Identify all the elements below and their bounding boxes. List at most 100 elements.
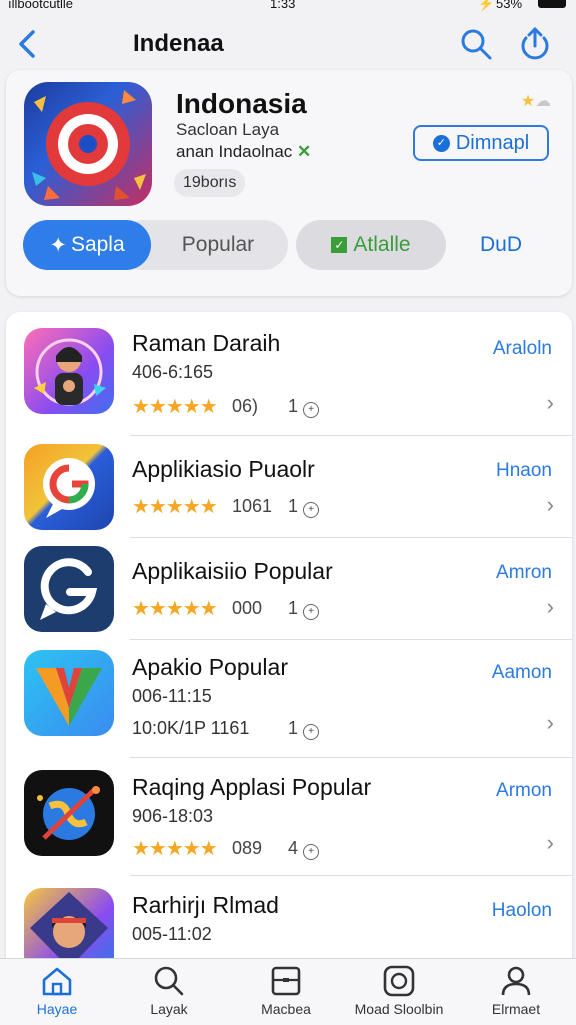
navigation-bar: Indenaa (0, 14, 576, 76)
list-item[interactable]: Applikaisiio Popular ★★★★★ 000 1 + Amron… (6, 538, 572, 640)
battery-text: 53% (496, 0, 523, 11)
app-name: Applikiasio Puaolr (132, 456, 315, 482)
battery-icon (538, 0, 566, 8)
download-count-value: 1 (288, 396, 299, 416)
app-name: Raman Daraih (132, 330, 281, 356)
developer-text: anan Indaolnac (176, 142, 293, 161)
app-meta: 006-11:15 (132, 686, 212, 706)
get-button-label: Dimnapl (455, 131, 530, 154)
tab-label: Layak (150, 1001, 188, 1017)
globe-icon (24, 770, 114, 856)
app-action-link[interactable]: Araloln (493, 338, 552, 360)
segment-sapla[interactable]: ✦ Sapla (23, 220, 151, 270)
segment-dud[interactable]: DuD (461, 220, 541, 270)
download-count: 1 + (288, 718, 320, 740)
featured-app-get-button[interactable]: ✓ Dimnapl (413, 125, 549, 161)
share-icon[interactable] (516, 24, 554, 64)
app-name: Apakio Popular (132, 654, 288, 680)
carrier-text: ıllbootcutlle (8, 0, 74, 11)
chevron-right-icon[interactable]: › (547, 492, 554, 518)
tab-hayae[interactable]: Hayae (2, 965, 112, 1017)
segment-popular-label: Popular (181, 233, 255, 256)
rating-count: 000 (232, 598, 263, 618)
featured-app-badge: 19borıs (174, 169, 246, 197)
tab-label: Macbea (261, 1001, 311, 1017)
download-count-value: 1 (288, 598, 299, 618)
app-meta: 406-6:165 (132, 362, 214, 382)
list-item[interactable]: Raqing Applasi Popular 906-18:03 ★★★★★ 0… (6, 758, 572, 876)
check-square-icon: ✓ (331, 237, 348, 253)
rating-count: 06) (232, 396, 259, 416)
tab-layak[interactable]: Layak (114, 965, 224, 1017)
segment-sapla-label: Sapla (70, 233, 125, 256)
app-action-link[interactable]: Aamon (492, 662, 552, 684)
box-icon (271, 966, 301, 996)
tab-bar: Hayae Layak Macbea Moad Sloolbin Elrmaet (0, 958, 576, 1025)
tab-label: Elrmaet (491, 1001, 541, 1017)
featured-app-icon[interactable] (24, 82, 152, 206)
app-action-link[interactable]: Armon (496, 780, 552, 802)
list-item[interactable]: Apakio Popular 006-11:15 10:0K/1P 1161 1… (6, 640, 572, 758)
tab-macbea[interactable]: Macbea (231, 965, 341, 1017)
back-icon[interactable] (12, 26, 42, 62)
download-count-value: 1 (288, 496, 299, 516)
featured-app-name: Indonasia (176, 88, 307, 119)
tab-label: Hayae (36, 1001, 78, 1017)
rating-count: 089 (232, 838, 263, 858)
rating-stars: ★★★★★ (132, 598, 218, 620)
app-action-link[interactable]: Hnaon (496, 460, 552, 482)
clock-text: 1:33 (270, 0, 296, 11)
app-meta: 005-11:02 (132, 924, 212, 944)
person-icon (501, 966, 531, 996)
download-icon: + (303, 402, 320, 418)
app-name: Rarhirjı Rlmad (132, 892, 279, 918)
rating-count: 1061 (232, 496, 273, 516)
rating-badge-icon: ★ ☁ (520, 93, 552, 110)
verified-icon: ✕ (297, 142, 312, 161)
segment-atlalle-label: Atlalle (353, 233, 411, 256)
download-icon: + (303, 724, 320, 740)
app-list: Raman Daraih 406-6:165 ★★★★★ 06) 1 + Ara… (6, 312, 572, 972)
chevron-right-icon[interactable]: › (547, 594, 554, 620)
sparkle-icon: ✦ (49, 233, 67, 257)
rating-stars: ★★★★★ (132, 396, 218, 418)
download-count-value: 1 (288, 718, 299, 738)
featured-app-developer: anan Indaolnac ✕ (176, 142, 311, 162)
rating-stars: ★★★★★ (132, 496, 218, 518)
download-count-value: 4 (288, 838, 299, 858)
featured-app-card[interactable]: Indonasia ★ ☁ Sacloan Laya anan Indaolnac… (6, 70, 572, 296)
chevron-right-icon[interactable]: › (547, 830, 554, 856)
chevron-right-icon[interactable]: › (547, 390, 554, 416)
app-size: 10:0K/1P 1161 (132, 718, 250, 738)
app-meta: 906-18:03 (132, 806, 214, 826)
search-icon[interactable] (458, 26, 494, 62)
avatar-icon (24, 328, 114, 414)
download-icon: + (303, 604, 320, 620)
search-icon (154, 966, 184, 996)
chevron-right-icon[interactable]: › (547, 710, 554, 736)
tab-moad-sloolbin[interactable]: Moad Sloolbin (344, 965, 454, 1017)
segment-dud-label: DuD (479, 233, 522, 256)
rating-stars: ★★★★★ (132, 838, 218, 860)
download-count: 1 + (288, 496, 320, 518)
segment-atlalle[interactable]: ✓ Atlalle (296, 220, 446, 270)
list-item[interactable]: Applikiasio Puaolr ★★★★★ 1061 1 + Hnaon … (6, 436, 572, 538)
list-item[interactable]: Raman Daraih 406-6:165 ★★★★★ 06) 1 + Ara… (6, 312, 572, 436)
app-action-link[interactable]: Haolon (492, 900, 552, 922)
download-count: 4 + (288, 838, 320, 860)
app-action-link[interactable]: Amron (496, 562, 552, 584)
v-logo-icon (24, 650, 114, 736)
download-icon: + (303, 844, 320, 860)
bolt-icon: ⚡ (478, 0, 495, 11)
check-circle-icon: ✓ (432, 134, 450, 152)
download-count: 1 + (288, 598, 320, 620)
download-count: 1 + (288, 396, 320, 418)
page-title: Indenaa (133, 30, 224, 57)
app-name: Raqing Applasi Popular (132, 774, 372, 800)
g-chat-icon (24, 546, 114, 632)
tab-elrmaet[interactable]: Elrmaet (461, 965, 571, 1017)
app-icon (383, 965, 415, 997)
home-icon (42, 967, 72, 996)
status-bar: ıllbootcutlle 1:33 ⚡ 53% (0, 0, 576, 14)
download-icon: + (303, 502, 320, 518)
